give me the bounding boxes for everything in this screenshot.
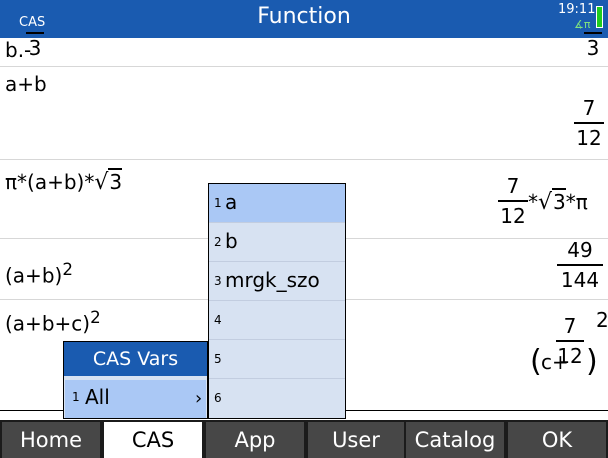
history-entry-1-input[interactable]: a+b	[5, 72, 47, 96]
fraction-bar	[557, 264, 603, 266]
history-entry-4-input[interactable]: (a+b+c)2	[5, 308, 101, 336]
item-number: 2	[214, 235, 222, 249]
chevron-right-icon: ›	[195, 388, 203, 409]
row-divider	[0, 66, 608, 67]
fraction-bar	[26, 32, 44, 34]
exponent: 2	[62, 260, 73, 279]
submenu-item-a[interactable]: 1 a	[209, 184, 345, 223]
expr-text: (a+b+c)	[5, 311, 91, 336]
cas-menu-key[interactable]: CAS	[104, 422, 202, 458]
history-entry-1-output[interactable]: 7 12	[574, 96, 604, 150]
title-bar: CAS Function 19:11 ∡π	[0, 0, 608, 38]
item-label: a	[225, 190, 238, 214]
expr-text: (a+b)	[5, 263, 63, 288]
history-entry-2-output-fraction[interactable]: 7 12	[498, 174, 528, 228]
item-number: 5	[214, 352, 222, 366]
numerator: 49	[567, 238, 593, 262]
popup-title: CAS Vars	[64, 342, 207, 376]
submenu-item-b[interactable]: 2 b	[209, 223, 345, 262]
denominator: 12	[576, 126, 602, 150]
fraction-bar	[574, 122, 604, 124]
history-entry-2-output[interactable]: *√3*π	[528, 188, 588, 215]
history-entry-2-input[interactable]: π*(a+b)*√3	[5, 168, 123, 195]
item-number: 3	[214, 274, 222, 288]
history-entry-4-output-fraction: 7 12	[556, 314, 584, 368]
item-label: All	[85, 385, 110, 409]
item-number: 1	[214, 196, 222, 210]
app-menu-key[interactable]: App	[206, 422, 304, 458]
exponent: 2	[596, 308, 608, 332]
submenu-item-6[interactable]: 6	[209, 379, 345, 417]
fraction-bar	[498, 200, 528, 202]
denominator: 12	[500, 204, 526, 228]
submenu-item-mrgk-szo[interactable]: 3 mrgk_szo	[209, 262, 345, 301]
item-label: b	[225, 229, 238, 253]
history-entry-3-input[interactable]: (a+b)2	[5, 260, 73, 288]
row-divider	[0, 159, 608, 160]
vars-submenu: 1 a 2 b 3 mrgk_szo 4 5 6	[208, 183, 346, 419]
open-paren: (	[530, 344, 542, 379]
expr-text: π*(a+b)*	[5, 170, 95, 194]
app-title: Function	[257, 4, 351, 29]
sqrt-operand: 3	[552, 188, 566, 214]
catalog-menu-key[interactable]: Catalog	[406, 422, 504, 458]
clock: 19:11	[558, 2, 596, 17]
numerator: 7	[582, 96, 596, 120]
numerator: 7	[563, 314, 577, 338]
user-menu-key[interactable]: User	[308, 422, 404, 458]
close-paren: )	[586, 344, 598, 379]
sqrt-sign: √	[538, 190, 553, 215]
sqrt-sign: √	[94, 170, 109, 195]
soft-menu-bar: Home CAS App User Catalog OK	[0, 420, 608, 458]
denominator: 3	[586, 36, 600, 60]
expr-text: *	[528, 190, 538, 214]
battery-icon	[596, 6, 603, 28]
item-label: mrgk_szo	[225, 268, 320, 292]
exponent: 2	[90, 308, 101, 327]
cas-vars-popup: CAS Vars 1 All ›	[63, 341, 208, 419]
denominator: 3	[28, 36, 42, 60]
item-number: 1	[72, 390, 80, 404]
numerator: 7	[506, 174, 520, 198]
history-entry-3-output[interactable]: 49 144	[557, 238, 603, 292]
denominator: 12	[557, 344, 583, 368]
fraction-bar	[556, 340, 584, 342]
expr-text: *π	[565, 190, 588, 214]
sqrt-operand: 3	[108, 168, 123, 194]
home-menu-key[interactable]: Home	[2, 422, 100, 458]
ok-menu-key[interactable]: OK	[508, 422, 606, 458]
item-number: 4	[214, 313, 222, 327]
denominator: 144	[560, 268, 600, 292]
history-entry-0-output[interactable]: 3	[584, 30, 602, 60]
fraction-bar	[584, 32, 602, 34]
cas-vars-item-all[interactable]: 1 All ›	[65, 380, 206, 418]
item-number: 6	[214, 391, 222, 405]
submenu-item-5[interactable]: 5	[209, 340, 345, 379]
submenu-item-4[interactable]: 4	[209, 301, 345, 340]
history-entry-0-input-fraction: 3	[26, 30, 44, 60]
